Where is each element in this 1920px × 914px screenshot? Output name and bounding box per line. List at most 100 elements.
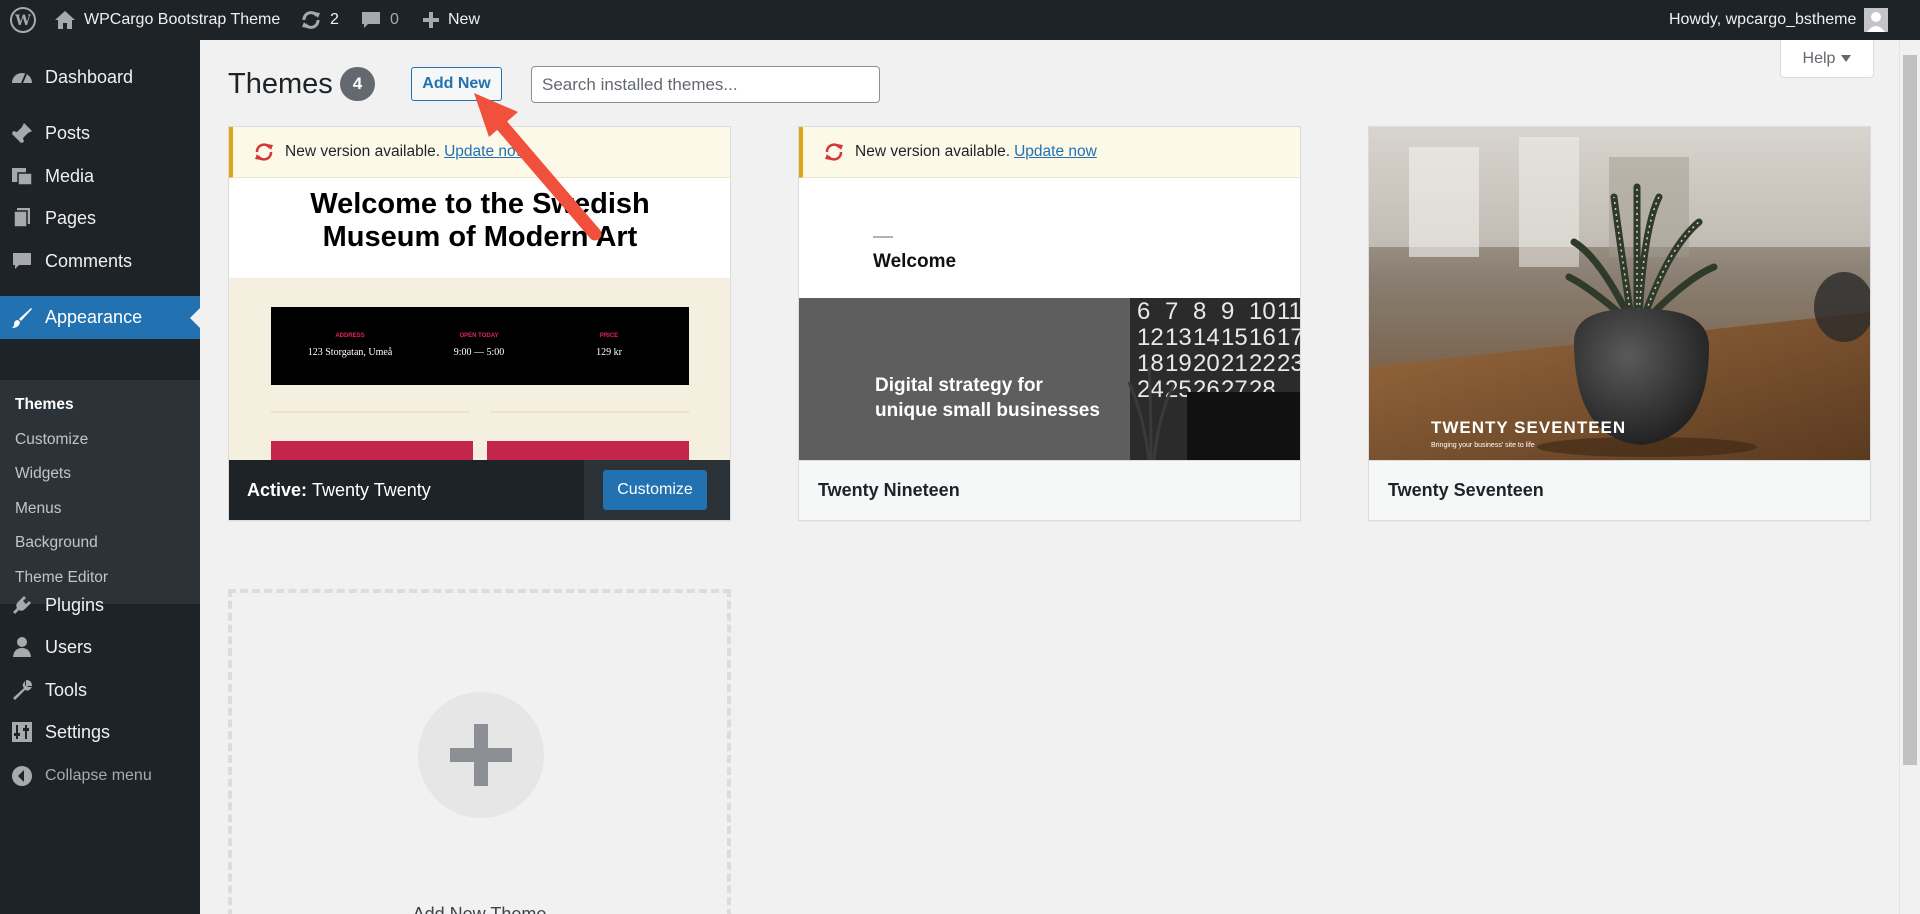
calendar-number: 21 [1221, 350, 1248, 377]
comment-bubble-icon [362, 12, 380, 28]
my-account-link[interactable]: Howdy, wpcargo_bstheme [1669, 0, 1889, 40]
calendar-number: 7 [1165, 298, 1178, 325]
theme-count-badge: 4 [340, 67, 375, 101]
plus-icon [423, 12, 439, 28]
theme-screenshot-twenty-seventeen[interactable]: TWENTY SEVENTEEN Bringing your business'… [1369, 127, 1870, 460]
svg-text:W: W [14, 13, 31, 29]
submenu-menus[interactable]: Menus [15, 500, 62, 518]
sidebar-item-plugins[interactable]: Plugins [0, 584, 200, 626]
pages-icon [11, 207, 33, 229]
submenu-widgets[interactable]: Widgets [15, 465, 71, 483]
theme-card-twenty-seventeen[interactable]: TWENTY SEVENTEEN Bringing your business'… [1368, 126, 1871, 521]
update-notice: New version available. Update now [799, 127, 1300, 178]
calendar-number: 16 [1249, 324, 1276, 351]
submenu-background[interactable]: Background [15, 534, 98, 552]
preview-tagline-2: unique small businesses [875, 400, 1100, 421]
home-icon [55, 11, 75, 29]
calendar-number: 14 [1193, 324, 1220, 351]
add-new-theme-label: Add New Theme [412, 904, 547, 914]
calendar-number: 10 [1249, 298, 1276, 325]
preview-open-label: OPEN TODAY [459, 333, 498, 339]
preview-headline-2: Museum of Modern Art [323, 221, 638, 253]
notice-text: New version available. [855, 143, 1011, 160]
customize-button[interactable]: Customize [603, 470, 707, 510]
site-name: WPCargo Bootstrap Theme [84, 11, 281, 28]
preview-tagline-1: Digital strategy for [875, 375, 1043, 396]
submenu-themes[interactable]: Themes [15, 396, 74, 414]
scrollbar-thumb[interactable] [1903, 55, 1917, 765]
theme-name: Twenty Nineteen [799, 460, 1300, 520]
site-name-link[interactable]: WPCargo Bootstrap Theme [54, 0, 280, 40]
user-icon [11, 636, 33, 658]
updates-link[interactable]: 2 [300, 0, 339, 40]
preview-price-label: PRICE [600, 333, 618, 339]
updates-count: 2 [330, 11, 339, 28]
admin-sidebar: Dashboard Posts Media Pages Comments App… [0, 40, 200, 914]
preview-tagline: Bringing your business' site to life [1431, 442, 1535, 449]
calendar-number: 9 [1221, 298, 1234, 325]
notice-text: New version available. [285, 143, 441, 160]
preview-address-value: 123 Storgatan, Umeå [308, 347, 393, 358]
preview-brand: TWENTY SEVENTEEN [1431, 418, 1626, 437]
calendar-number: 15 [1221, 324, 1248, 351]
help-tab-button[interactable]: Help [1780, 40, 1874, 78]
new-content-link[interactable]: New [422, 0, 480, 40]
collapse-arrow-icon [11, 765, 33, 787]
update-notice: New version available. Update now [229, 127, 730, 178]
comments-link[interactable]: 0 [360, 0, 399, 40]
preview-welcome: Welcome [873, 251, 956, 272]
update-now-link[interactable]: Update now [444, 143, 527, 161]
sidebar-item-media[interactable]: Media [0, 155, 200, 197]
howdy-text: Howdy, wpcargo_bstheme [1669, 11, 1857, 28]
media-icon [11, 165, 33, 187]
admin-toolbar: W WPCargo Bootstrap Theme 2 0 New Howdy,… [0, 0, 1920, 40]
caret-down-icon [1841, 54, 1852, 62]
preview-price-value: 129 kr [596, 347, 623, 358]
preview-headline-1: Welcome to the Swedish [310, 188, 649, 220]
plugin-icon [11, 594, 33, 616]
calendar-number: 6 [1137, 298, 1150, 325]
avatar [1864, 8, 1889, 32]
add-new-theme-button[interactable]: Add New [411, 67, 502, 101]
add-theme-plus-icon[interactable] [418, 692, 544, 818]
theme-card-twenty-nineteen[interactable]: New version available. Update now Welcom… [798, 126, 1301, 521]
comment-bubble-icon [11, 250, 33, 272]
sidebar-item-settings[interactable]: Settings [0, 711, 200, 753]
active-theme-name: Twenty Twenty [312, 479, 431, 500]
updates-icon [302, 11, 320, 29]
appearance-submenu: Themes Customize Widgets Menus Backgroun… [0, 380, 200, 604]
calendar-number: 23 [1277, 350, 1300, 377]
pushpin-icon [11, 122, 33, 144]
collapse-menu-button[interactable]: Collapse menu [0, 755, 200, 797]
sidebar-item-pages[interactable]: Pages [0, 197, 200, 239]
calendar-number: 20 [1193, 350, 1220, 377]
add-new-theme-card[interactable]: Add New Theme [228, 589, 731, 914]
sidebar-item-posts[interactable]: Posts [0, 112, 200, 154]
active-prefix: Active: [247, 479, 308, 500]
new-label: New [448, 11, 481, 28]
theme-name: Twenty Seventeen [1369, 460, 1870, 520]
sidebar-item-appearance[interactable]: Appearance [0, 296, 200, 339]
calendar-number: 17 [1277, 324, 1300, 351]
calendar-number: 8 [1193, 298, 1206, 325]
calendar-number: 11 [1277, 298, 1300, 325]
wordpress-logo-icon[interactable]: W [10, 0, 36, 40]
page-scrollbar[interactable] [1899, 40, 1920, 914]
sidebar-item-comments[interactable]: Comments [0, 240, 200, 282]
paintbrush-icon [11, 307, 33, 329]
sidebar-item-dashboard[interactable]: Dashboard [0, 56, 200, 98]
update-refresh-icon [255, 143, 273, 161]
wrench-icon [11, 679, 33, 701]
help-label: Help [1802, 49, 1836, 67]
sidebar-item-users[interactable]: Users [0, 626, 200, 668]
preview-open-value: 9:00 — 5:00 [454, 347, 505, 358]
active-theme-bar: Active: Twenty Twenty Customize [229, 460, 730, 520]
preview-address-label: ADDRESS [335, 333, 364, 339]
comments-count: 0 [390, 11, 399, 28]
theme-card-twenty-twenty[interactable]: New version available. Update now Welcom… [228, 126, 731, 521]
update-refresh-icon [825, 143, 843, 161]
search-installed-themes-input[interactable] [531, 66, 880, 103]
submenu-customize[interactable]: Customize [15, 431, 88, 449]
sidebar-item-tools[interactable]: Tools [0, 669, 200, 711]
update-now-link[interactable]: Update now [1014, 143, 1097, 161]
